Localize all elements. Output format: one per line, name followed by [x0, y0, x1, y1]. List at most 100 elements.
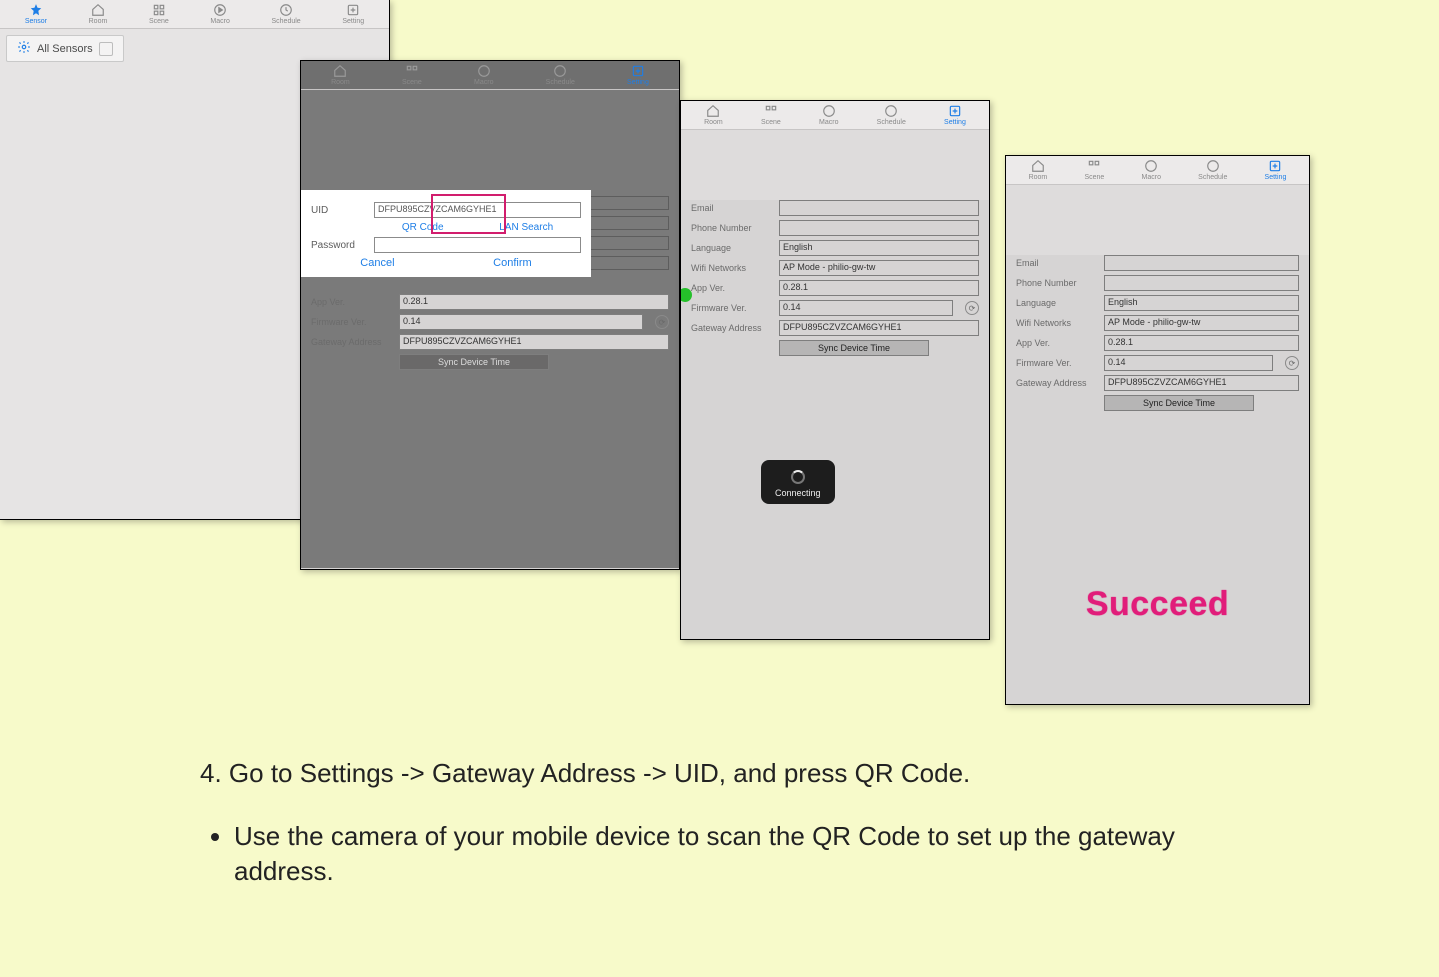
- grid-icon: [764, 104, 778, 118]
- tab-setting[interactable]: Setting: [342, 3, 364, 25]
- tab-setting[interactable]: Setting: [944, 104, 966, 126]
- tab-macro[interactable]: Macro: [819, 104, 838, 126]
- gateway-label: Gateway Address: [691, 323, 771, 333]
- email-label: Email: [691, 203, 771, 213]
- instruction-step: 4. Go to Settings -> Gateway Address -> …: [200, 758, 1209, 789]
- firmware-field: 0.14: [779, 300, 953, 316]
- highlight-box: [431, 194, 506, 234]
- tab-scene[interactable]: Scene: [761, 104, 781, 126]
- home-icon: [1031, 159, 1045, 173]
- tabbar: Room Scene Macro Schedule Setting: [301, 61, 679, 90]
- instruction-text: 4. Go to Settings -> Gateway Address -> …: [200, 758, 1209, 889]
- tab-label: Scene: [402, 79, 422, 86]
- tab-setting[interactable]: Setting: [1265, 159, 1287, 181]
- home-icon: [706, 104, 720, 118]
- language-field[interactable]: English: [1104, 295, 1299, 311]
- firmware-field: 0.14: [399, 314, 643, 330]
- tab-label: Macro: [1142, 174, 1161, 181]
- home-icon: [333, 64, 347, 78]
- gateway-field[interactable]: DFPU895CZVZCAM6GYHE1: [399, 334, 669, 350]
- refresh-icon[interactable]: ⟳: [1285, 356, 1299, 370]
- tab-scene[interactable]: Scene: [149, 3, 169, 25]
- tab-macro[interactable]: Macro: [1142, 159, 1161, 181]
- phone-field[interactable]: [1104, 275, 1299, 291]
- tab-label: Scene: [761, 119, 781, 126]
- screenshot-2: Room Scene Macro Schedule Setting UID DF…: [300, 60, 680, 570]
- tab-scene[interactable]: Scene: [1084, 159, 1104, 181]
- plus-square-icon: [1268, 159, 1282, 173]
- sync-device-time-button[interactable]: Sync Device Time: [779, 340, 929, 356]
- language-field[interactable]: English: [779, 240, 979, 256]
- tab-room[interactable]: Room: [704, 104, 723, 126]
- plus-square-icon: [346, 3, 360, 17]
- tab-label: Setting: [342, 18, 364, 25]
- refresh-icon[interactable]: ⟳: [655, 315, 669, 329]
- language-label: Language: [1016, 298, 1096, 308]
- tab-label: Room: [331, 79, 350, 86]
- tab-schedule[interactable]: Schedule: [546, 64, 575, 86]
- tab-sensor[interactable]: Sensor: [25, 3, 47, 25]
- tabbar: Room Scene Macro Schedule Setting: [1006, 156, 1309, 185]
- phone-label: Phone Number: [691, 223, 771, 233]
- app-ver-label: App Ver.: [311, 297, 391, 307]
- gateway-field[interactable]: DFPU895CZVZCAM6GYHE1: [779, 320, 979, 336]
- sync-device-time-button[interactable]: Sync Device Time: [399, 354, 549, 370]
- email-field[interactable]: [1104, 255, 1299, 271]
- uid-dialog: UID DFPU895CZVZCAM6GYHE1 QR Code LAN Sea…: [301, 190, 591, 277]
- screenshot-4: Room Scene Macro Schedule Setting Email …: [1005, 155, 1310, 705]
- connecting-toast: Connecting: [761, 460, 835, 504]
- firmware-label: Firmware Ver.: [691, 303, 771, 313]
- phone-label: Phone Number: [1016, 278, 1096, 288]
- sync-device-time-button[interactable]: Sync Device Time: [1104, 395, 1254, 411]
- toast-label: Connecting: [775, 488, 821, 498]
- tab-label: Room: [1029, 174, 1048, 181]
- gateway-label: Gateway Address: [311, 337, 391, 347]
- password-label: Password: [311, 240, 366, 251]
- uid-label: UID: [311, 205, 366, 216]
- tab-label: Macro: [474, 79, 493, 86]
- tabbar: Sensor Room Scene Macro Schedule Setting: [0, 0, 389, 29]
- wifi-label: Wifi Networks: [691, 263, 771, 273]
- tab-room[interactable]: Room: [331, 64, 350, 86]
- tab-schedule[interactable]: Schedule: [877, 104, 906, 126]
- tab-room[interactable]: Room: [1029, 159, 1048, 181]
- tab-room[interactable]: Room: [89, 3, 108, 25]
- tab-macro[interactable]: Macro: [474, 64, 493, 86]
- confirm-button[interactable]: Confirm: [493, 257, 532, 269]
- tab-scene[interactable]: Scene: [402, 64, 422, 86]
- grid-icon: [152, 3, 166, 17]
- all-sensors-label: All Sensors: [37, 43, 93, 55]
- refresh-icon[interactable]: ⟳: [965, 301, 979, 315]
- tab-label: Setting: [1265, 174, 1287, 181]
- password-field[interactable]: [374, 237, 581, 253]
- tab-label: Setting: [944, 119, 966, 126]
- app-ver-label: App Ver.: [691, 283, 771, 293]
- gear-icon: [17, 40, 31, 57]
- wifi-field[interactable]: AP Mode - philio-gw-tw: [779, 260, 979, 276]
- tab-label: Macro: [210, 18, 229, 25]
- succeed-label: Succeed: [1006, 585, 1309, 624]
- gateway-field[interactable]: DFPU895CZVZCAM6GYHE1: [1104, 375, 1299, 391]
- home-icon: [91, 3, 105, 17]
- all-sensors-chip[interactable]: All Sensors: [6, 35, 124, 62]
- play-circle-icon: [822, 104, 836, 118]
- clock-icon: [279, 3, 293, 17]
- email-field[interactable]: [779, 200, 979, 216]
- spinner-icon: [791, 470, 805, 484]
- tab-label: Scene: [149, 18, 169, 25]
- lan-search-link[interactable]: LAN Search: [499, 222, 553, 233]
- tab-schedule[interactable]: Schedule: [272, 3, 301, 25]
- cancel-button[interactable]: Cancel: [360, 257, 394, 269]
- grid-icon: [1087, 159, 1101, 173]
- tab-label: Macro: [819, 119, 838, 126]
- clock-icon: [1206, 159, 1220, 173]
- phone-field[interactable]: [779, 220, 979, 236]
- tab-macro[interactable]: Macro: [210, 3, 229, 25]
- tab-schedule[interactable]: Schedule: [1198, 159, 1227, 181]
- tab-label: Schedule: [546, 79, 575, 86]
- plus-square-icon: [948, 104, 962, 118]
- tabbar: Room Scene Macro Schedule Setting: [681, 101, 989, 130]
- app-ver-label: App Ver.: [1016, 338, 1096, 348]
- tab-setting[interactable]: Setting: [627, 64, 649, 86]
- wifi-field[interactable]: AP Mode - philio-gw-tw: [1104, 315, 1299, 331]
